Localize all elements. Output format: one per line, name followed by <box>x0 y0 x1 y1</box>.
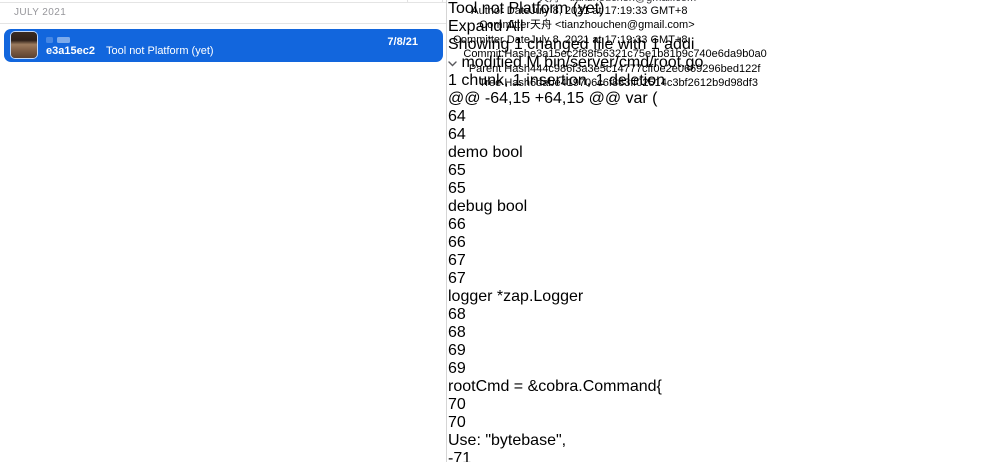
old-line-number: 69 <box>448 342 1000 360</box>
metadata-value: July 8, 2021 at 17:19:33 GMT+8 <box>530 4 687 18</box>
avatar <box>11 32 37 58</box>
old-line-number: 67 <box>448 252 1000 270</box>
code-segment: Use: "bytebase", <box>448 432 566 449</box>
metadata-row: Tree Hash6dabe419706c6f883ff02514c3bf261… <box>448 76 1000 90</box>
commit-list-panel: JULY 2021 e3a15ec2 Tool not Platform (yet… <box>0 0 447 462</box>
code-segment: logger *zap.Logger <box>448 288 583 305</box>
metadata-value: July 8, 2021 at 17:19:33 GMT+8 <box>530 33 687 47</box>
commit-date: 7/8/21 <box>387 36 418 48</box>
metadata-value: e3a15ec2f88f56321c75e1b81b9c740e6da9b0a0 <box>530 47 767 61</box>
metadata-row: Parent Hash444c986f3a3e5c14777cff0e2e066… <box>448 62 1000 76</box>
metadata-row: Author DateJuly 8, 2021 at 17:19:33 GMT+… <box>448 4 1000 18</box>
metadata-value: 444c986f3a3e5c14777cff0e2e0669296bed122f <box>530 62 760 76</box>
metadata-row: Committer天舟 <tianzhouchen@gmail.com> <box>448 18 1000 32</box>
commit-list-item-selected[interactable]: e3a15ec2 Tool not Platform (yet) 7/8/21 <box>4 29 443 62</box>
diff-row: 6666 <box>448 216 1000 252</box>
commit-detail-panel: 天舟 <tianzhouchen@gmail.com> Author DateJ… <box>448 0 1000 462</box>
code-segment: rootCmd = &cobra.Command{ <box>448 378 662 395</box>
metadata-label: Commit Hash <box>448 47 530 61</box>
commit-list-section-header: JULY 2021 <box>0 2 446 24</box>
metadata-value: 6dabe419706c6f883ff02514c3bf2612b9d98df3 <box>530 76 758 90</box>
old-line-number: -71 <box>448 450 1000 462</box>
metadata-value: 天舟 <tianzhouchen@gmail.com> <box>530 18 695 32</box>
hunk-header: @@ -64,15 +64,15 @@ var ( <box>448 90 1000 108</box>
diff-row: 6868 <box>448 306 1000 342</box>
diff-row: 6565 debug bool <box>448 162 1000 216</box>
code-text: debug bool <box>448 198 1000 216</box>
diff-row: 7070 Use: "bytebase", <box>448 396 1000 450</box>
author-name-redacted <box>46 37 70 43</box>
commit-message: Tool not Platform (yet) <box>106 45 214 57</box>
metadata-label: Tree Hash <box>448 76 530 90</box>
code-segment: debug bool <box>448 198 527 215</box>
old-line-number: 64 <box>448 108 1000 126</box>
diff-row: 6767 logger *zap.Logger <box>448 252 1000 306</box>
diff-row: -71 Short: "Bytebase is a database schem… <box>448 450 1000 462</box>
new-line-number: 68 <box>448 324 1000 342</box>
code-text: logger *zap.Logger <box>448 288 1000 306</box>
new-line-number: 67 <box>448 270 1000 288</box>
new-line-number: 70 <box>448 414 1000 432</box>
old-line-number: 68 <box>448 306 1000 324</box>
old-line-number: 66 <box>448 216 1000 234</box>
code-text: rootCmd = &cobra.Command{ <box>448 378 1000 396</box>
diff-row: 6464 demo bool <box>448 108 1000 162</box>
old-line-number: 65 <box>448 162 1000 180</box>
diff-row: 6969 rootCmd = &cobra.Command{ <box>448 342 1000 396</box>
metadata-label: Committer <box>448 18 530 32</box>
metadata-label: Parent Hash <box>448 62 530 76</box>
commit-summary-line: e3a15ec2 Tool not Platform (yet) <box>46 45 214 57</box>
code-segment: demo bool <box>448 144 523 161</box>
new-line-number: 66 <box>448 234 1000 252</box>
metadata-label: Committer Date <box>448 33 530 47</box>
diff-code-area: 6464 demo bool6565 debug bool66666767 lo… <box>448 108 1000 462</box>
new-line-number: 65 <box>448 180 1000 198</box>
new-line-number: 64 <box>448 126 1000 144</box>
code-text: Use: "bytebase", <box>448 432 1000 450</box>
old-line-number: 70 <box>448 396 1000 414</box>
code-text: demo bool <box>448 144 1000 162</box>
commit-metadata: Author DateJuly 8, 2021 at 17:19:33 GMT+… <box>448 4 1000 90</box>
metadata-label: Author Date <box>448 4 530 18</box>
metadata-row: Commit Hashe3a15ec2f88f56321c75e1b81b9c7… <box>448 47 1000 61</box>
metadata-row: Committer DateJuly 8, 2021 at 17:19:33 G… <box>448 33 1000 47</box>
commit-short-hash: e3a15ec2 <box>46 45 95 57</box>
new-line-number: 69 <box>448 360 1000 378</box>
